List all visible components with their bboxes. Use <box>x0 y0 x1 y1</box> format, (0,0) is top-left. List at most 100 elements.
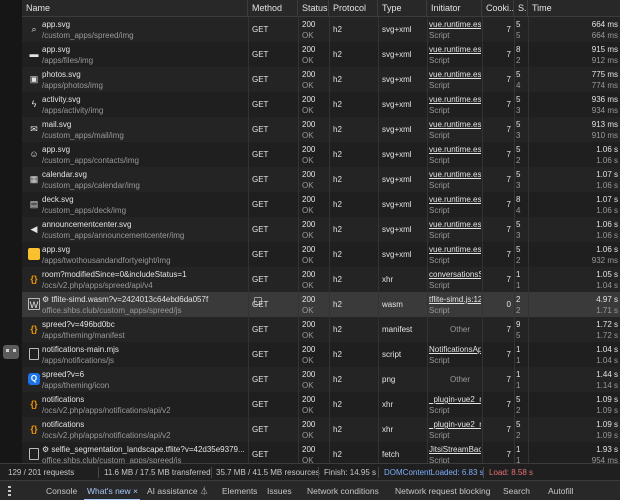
table-row[interactable]: ◀ announcementcenter.svg/custom_apps/anno… <box>22 217 620 242</box>
total-time: 913 ms <box>591 120 618 129</box>
table-row[interactable]: {} spreed?v=496bd0bc/apps/theming/manifes… <box>22 317 620 342</box>
initiator-link[interactable]: vue.runtime.esm <box>429 195 481 205</box>
resource-size: 2 <box>516 156 521 165</box>
cell-cookies: 7 <box>483 217 513 242</box>
table-row[interactable]: ⌕ app.svg/custom_apps/spreed/img GET 200 OK h… <box>22 17 620 42</box>
table-row[interactable]: ▣ photos.svg/apps/photos/img GET 200 OK h2 svg… <box>22 67 620 92</box>
initiator-link[interactable]: _plugin-vue2_n <box>429 395 481 405</box>
request-type: svg+xml <box>382 100 412 109</box>
table-row[interactable]: {} notifications/ocs/v2.php/apps/notifica… <box>22 392 620 417</box>
column-header-cookies[interactable]: Cooki... <box>482 0 514 17</box>
initiator-link[interactable]: conversationsS <box>429 270 481 280</box>
tab-issues[interactable]: Issues <box>267 481 292 500</box>
status-code: 200 <box>302 345 316 354</box>
initiator-link[interactable]: vue.runtime.esm <box>429 170 481 180</box>
cell-time: 936 ms 934 ms <box>529 92 620 117</box>
cell-cookies: 7 <box>483 67 513 92</box>
cell-protocol: h2 <box>333 17 377 42</box>
table-row[interactable]: ▦ calendar.svg/custom_apps/calendar/img GE… <box>22 167 620 192</box>
tab-autofill[interactable]: Autofill <box>548 481 574 500</box>
table-row[interactable]: ☺ app.svg/custom_apps/contacts/img GET 200 O… <box>22 142 620 167</box>
table-row[interactable]: Qspreed?v=6/apps/theming/icon GET 200 OK h2 p… <box>22 367 620 392</box>
table-row[interactable]: ▤ deck.svg/custom_apps/deck/img GET 200 OK h2… <box>22 192 620 217</box>
file-icon <box>29 448 39 460</box>
table-row[interactable]: ϟ activity.svg/apps/activity/img GET 200 OK h… <box>22 92 620 117</box>
column-header-method[interactable]: Method <box>248 0 298 17</box>
cell-time: 1.44 s 1.14 s <box>529 367 620 392</box>
cell-name: spreed?v=6/apps/theming/icon <box>42 367 264 392</box>
transfer-size: 1 <box>516 270 521 279</box>
initiator-link[interactable]: vue.runtime.esm <box>429 120 481 130</box>
initiator-link[interactable]: tflite-simd.js:12 <box>429 295 481 305</box>
request-protocol: h2 <box>333 375 342 384</box>
cell-method: GET <box>252 17 296 42</box>
tab-network-request-blocking[interactable]: Network request blocking <box>395 481 490 500</box>
waiting-time: 1.06 s <box>596 206 618 215</box>
column-header-initiator[interactable]: Initiator <box>427 0 482 17</box>
initiator-link[interactable]: vue.runtime.esm <box>429 70 481 80</box>
tab-console[interactable]: Console <box>46 481 77 500</box>
request-path: /apps/photos/img <box>42 81 103 90</box>
request-protocol: h2 <box>333 200 342 209</box>
column-header-size[interactable]: S... <box>514 0 528 17</box>
table-row[interactable]: ✉ mail.svg/custom_apps/mail/img GET 200 OK h2… <box>22 117 620 142</box>
request-protocol: h2 <box>333 75 342 84</box>
tab-ai-assistance[interactable]: AI assistance ⏃ <box>147 481 208 500</box>
request-name: room?modifiedSince=0&includeStatus=1 <box>42 270 187 279</box>
cell-time: 1.72 s 1.72 s <box>529 317 620 342</box>
tab-elements[interactable]: Elements <box>222 481 257 500</box>
initiator-link[interactable]: JitsiStreamBacl <box>429 445 481 455</box>
table-row[interactable]: notifications-main.mjs/apps/notification… <box>22 342 620 367</box>
cell-status: 200 OK <box>302 342 328 367</box>
cell-initiator: vue.runtime.esmScript <box>428 142 481 167</box>
table-row[interactable]: app.svg/apps/twothousandandfortyeight/im… <box>22 242 620 267</box>
table-row[interactable]: {} notifications/ocs/v2.php/apps/notifica… <box>22 417 620 442</box>
waiting-time: 1.06 s <box>596 156 618 165</box>
table-row[interactable]: ▬ app.svg/apps/files/img GET 200 OK h2 svg+xml… <box>22 42 620 67</box>
initiator-link[interactable]: vue.runtime.esm <box>429 220 481 230</box>
bot-icon[interactable] <box>3 345 19 359</box>
table-row[interactable]: W ⚙ tflite-simd.wasm?v=2424013c64ebd6da05… <box>22 292 620 317</box>
request-type: wasm <box>382 300 403 309</box>
transfer-size: 5 <box>516 20 521 29</box>
resources-size: 35.7 MB / 41.5 MB resources <box>216 468 320 477</box>
column-header-status[interactable]: Status <box>298 0 329 17</box>
dom-content-loaded-time: DOMContentLoaded: 6.83 s <box>384 468 484 477</box>
transfer-size: 1 <box>516 345 521 354</box>
tab-search[interactable]: Search <box>503 481 530 500</box>
initiator-link[interactable]: vue.runtime.esm <box>429 45 481 55</box>
column-header-type[interactable]: Type <box>378 0 427 17</box>
drawer-menu-icon[interactable] <box>8 486 11 496</box>
request-path: /custom_apps/mail/img <box>42 131 124 140</box>
drawer-tab-bar: Console What's new × AI assistance ⏃ Ele… <box>0 480 620 500</box>
cookie-count: 7 <box>506 150 511 159</box>
cell-cookies: 7 <box>483 317 513 342</box>
initiator-link[interactable]: vue.runtime.esm <box>429 95 481 105</box>
tab-network-conditions[interactable]: Network conditions <box>307 481 379 500</box>
initiator-link[interactable]: _plugin-vue2_n <box>429 420 481 430</box>
status-text: OK <box>302 281 314 290</box>
cell-name: calendar.svg/custom_apps/calendar/img <box>42 167 264 192</box>
column-header-time[interactable]: Time <box>528 0 620 17</box>
cell-name: ⚙ selfie_segmentation_landscape.tflite?v… <box>42 442 264 463</box>
cell-status: 200 OK <box>302 292 328 317</box>
app-tile-icon <box>28 248 40 260</box>
cookie-count: 7 <box>506 25 511 34</box>
cell-time: 1.93 s 954 ms <box>529 442 620 463</box>
request-type: svg+xml <box>382 150 412 159</box>
initiator-link[interactable]: vue.runtime.esm <box>429 20 481 30</box>
column-header-protocol[interactable]: Protocol <box>329 0 378 17</box>
table-row[interactable]: ⚙ selfie_segmentation_landscape.tflite?v… <box>22 442 620 463</box>
cookie-count: 0 <box>506 300 511 309</box>
cell-type: svg+xml <box>382 192 426 217</box>
initiator-link[interactable]: NotificationsAp <box>429 345 481 355</box>
table-row[interactable]: {} room?modifiedSince=0&includeStatus=1/o… <box>22 267 620 292</box>
initiator-link[interactable]: vue.runtime.esm <box>429 145 481 155</box>
tab-whats-new[interactable]: What's new × <box>87 481 138 500</box>
cell-size: 11 <box>516 342 528 367</box>
initiator-link[interactable]: vue.runtime.esm <box>429 245 481 255</box>
request-name: activity.svg <box>42 95 81 104</box>
cookie-count: 7 <box>506 350 511 359</box>
cell-protocol: h2 <box>333 267 377 292</box>
column-header-name[interactable]: Name <box>22 0 248 17</box>
